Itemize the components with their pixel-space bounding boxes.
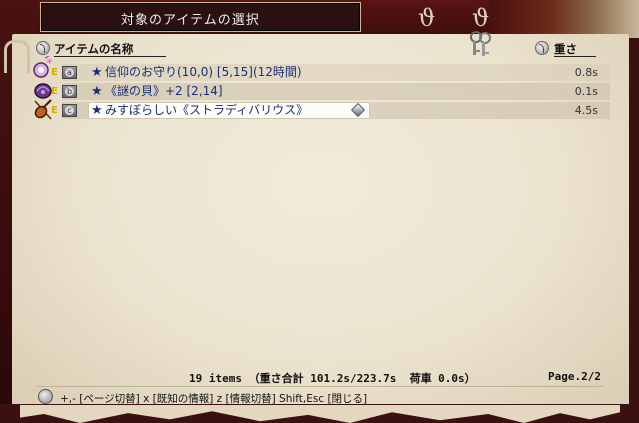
item-weight: 0.1s [574, 85, 598, 98]
item-key-badge[interactable]: a [62, 66, 77, 79]
page-indicator: Page.2/2 [548, 370, 601, 383]
name-header-underline [54, 56, 166, 57]
equipped-mark: E [51, 86, 58, 97]
item-weight: 0.8s [574, 66, 598, 79]
svg-text:✳: ✳ [46, 57, 53, 66]
item-weight: 4.5s [574, 104, 598, 117]
window-title-bar: 対象のアイテムの選択 [40, 2, 361, 32]
name-column-header[interactable]: アイテムの名称 [54, 41, 133, 57]
equipped-mark: E [51, 67, 58, 78]
list-item[interactable]: E c ★ みすぼらしい《ストラディバリウス》 4.5s [0, 99, 639, 120]
inventory-summary: 19 items （重さ合計 101.2s/223.7s 荷車 0.0s） [189, 372, 476, 385]
list-item[interactable]: ✳ E a ★ 信仰のお守り(10,0) [5,15](12時間) 0.8s [0, 56, 639, 81]
equipped-mark: E [51, 105, 58, 116]
item-key-badge[interactable]: b [62, 85, 77, 98]
top-right-decoration [489, 0, 639, 38]
hint-icon [38, 389, 53, 404]
favorite-star-icon: ★ [91, 103, 103, 118]
item-key-badge[interactable]: c [62, 104, 77, 117]
favorite-star-icon: ★ [91, 65, 103, 80]
key-help-text: +,- [ページ切替] x [既知の情報] z [情報切替] Shift,Esc… [60, 393, 368, 405]
hanging-hook-left-icon: ϑ [418, 4, 436, 32]
item-name: 信仰のお守り(10,0) [5,15](12時間) [105, 65, 302, 79]
list-item[interactable]: E b ★ 《謎の貝》+2 [2,14] 0.1s [0, 83, 639, 100]
sort-name-icon[interactable] [36, 41, 50, 55]
sort-weight-icon[interactable] [535, 41, 549, 55]
keys-icon [470, 31, 491, 56]
window-title: 対象のアイテムの選択 [121, 13, 260, 28]
hanging-hook-right-icon: ϑ [472, 4, 490, 32]
item-name: みすぼらしい《ストラディバリウス》 [105, 103, 309, 117]
weight-column-header[interactable]: 重さ [554, 41, 577, 57]
item-name: 《謎の貝》+2 [2,14] [105, 84, 223, 98]
favorite-star-icon: ★ [91, 84, 103, 99]
weight-header-underline [554, 56, 596, 57]
footer-divider [36, 386, 604, 387]
